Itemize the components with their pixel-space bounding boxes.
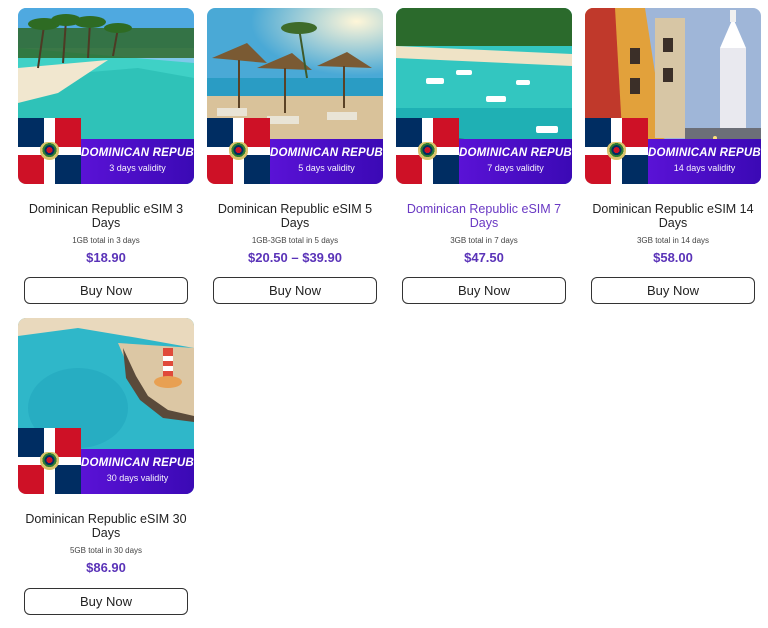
banner-country: DOMINICAN REPUBLIC [459, 147, 572, 159]
banner-validity: 7 days validity [487, 163, 544, 173]
banner-validity: 5 days validity [298, 163, 355, 173]
buy-now-button[interactable]: Buy Now [24, 588, 188, 615]
product-data-allowance: 3GB total in 7 days [450, 236, 518, 245]
product-price: $18.90 [86, 250, 126, 265]
buy-now-button[interactable]: Buy Now [24, 277, 188, 304]
product-card[interactable]: DOMINICAN REPUBLIC 3 days validity Domin… [18, 8, 194, 265]
product-card[interactable]: DOMINICAN REPUBLIC 14 days validity Domi… [585, 8, 761, 265]
product-title[interactable]: Dominican Republic eSIM 7 Days [396, 202, 572, 230]
product-card[interactable]: DOMINICAN REPUBLIC 5 days validity Domin… [207, 8, 383, 265]
product-image[interactable]: DOMINICAN REPUBLIC 5 days validity [207, 8, 383, 184]
product-card[interactable]: DOMINICAN REPUBLIC 7 days validity Domin… [396, 8, 572, 265]
dominican-flag-icon [18, 118, 81, 184]
banner-validity: 14 days validity [673, 163, 736, 173]
dominican-flag-icon [207, 118, 270, 184]
product-image[interactable]: DOMINICAN REPUBLIC 30 days validity [18, 318, 194, 494]
product-banner: DOMINICAN REPUBLIC 30 days validity [81, 449, 194, 494]
product-banner: DOMINICAN REPUBLIC 7 days validity [459, 139, 572, 184]
product-price: $20.50 – $39.90 [248, 250, 342, 265]
product-price: $47.50 [464, 250, 504, 265]
banner-validity: 3 days validity [109, 163, 166, 173]
product-title[interactable]: Dominican Republic eSIM 30 Days [18, 512, 194, 540]
product-data-allowance: 1GB total in 3 days [72, 236, 140, 245]
buy-now-button[interactable]: Buy Now [213, 277, 377, 304]
product-price: $86.90 [86, 560, 126, 575]
product-title[interactable]: Dominican Republic eSIM 3 Days [18, 202, 194, 230]
product-title[interactable]: Dominican Republic eSIM 5 Days [207, 202, 383, 230]
dominican-flag-icon [396, 118, 459, 184]
banner-country: DOMINICAN REPUBLIC [81, 147, 194, 159]
product-banner: DOMINICAN REPUBLIC 5 days validity [270, 139, 383, 184]
product-image[interactable]: DOMINICAN REPUBLIC 14 days validity [585, 8, 761, 184]
banner-validity: 30 days validity [106, 473, 169, 483]
product-image[interactable]: DOMINICAN REPUBLIC 7 days validity [396, 8, 572, 184]
dominican-flag-icon [18, 428, 81, 494]
banner-country: DOMINICAN REPUBLIC [648, 147, 761, 159]
product-data-allowance: 5GB total in 30 days [69, 546, 143, 555]
dominican-flag-icon [585, 118, 648, 184]
banner-country: DOMINICAN REPUBLIC [270, 147, 383, 159]
buy-now-button[interactable]: Buy Now [402, 277, 566, 304]
banner-country: DOMINICAN REPUBLIC [81, 457, 194, 469]
product-banner: DOMINICAN REPUBLIC 3 days validity [81, 139, 194, 184]
product-image[interactable]: DOMINICAN REPUBLIC 3 days validity [18, 8, 194, 184]
product-banner: DOMINICAN REPUBLIC 14 days validity [648, 139, 761, 184]
product-card[interactable]: DOMINICAN REPUBLIC 30 days validity Domi… [18, 318, 194, 575]
buy-now-button[interactable]: Buy Now [591, 277, 755, 304]
product-price: $58.00 [653, 250, 693, 265]
product-data-allowance: 1GB-3GB total in 5 days [251, 236, 339, 245]
product-data-allowance: 3GB total in 14 days [636, 236, 710, 245]
product-title[interactable]: Dominican Republic eSIM 14 Days [585, 202, 761, 230]
